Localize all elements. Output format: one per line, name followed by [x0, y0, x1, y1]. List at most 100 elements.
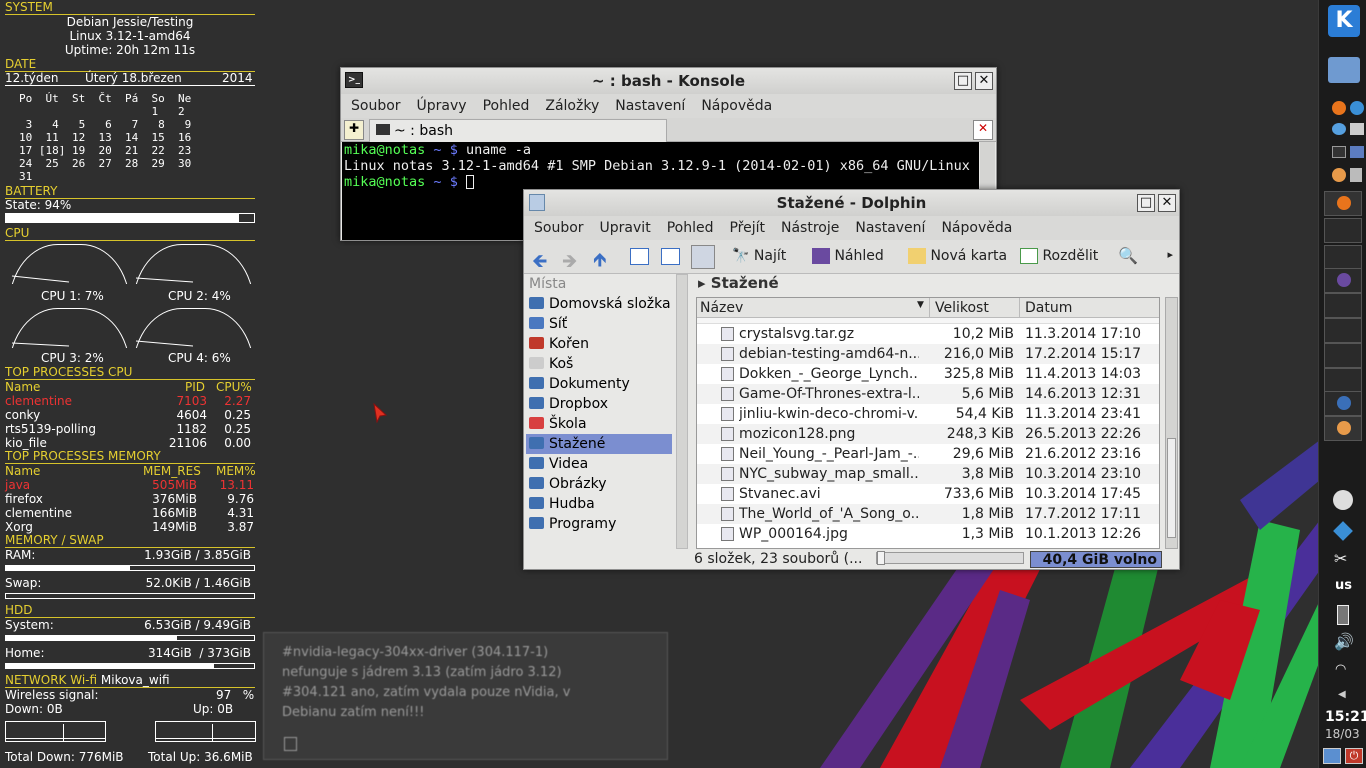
dolphin-app-icon[interactable]: [529, 194, 545, 211]
task-window[interactable]: [1324, 343, 1362, 368]
close-tab-icon[interactable]: ✕: [973, 120, 993, 140]
maximize-button[interactable]: □: [954, 72, 972, 90]
battery-icon[interactable]: [1337, 605, 1349, 625]
places-item[interactable]: Videa: [526, 454, 672, 474]
compact-view-icon[interactable]: [661, 248, 680, 265]
menu-soubor[interactable]: Soubor: [351, 94, 401, 118]
table-row[interactable]: Dokken_-_George_Lynch... 325,8 MiB 11.4.20…: [697, 364, 1159, 384]
clementine-icon[interactable]: [1332, 168, 1346, 182]
calendar-icon[interactable]: [1350, 146, 1364, 158]
tab-bash[interactable]: ~ : bash: [369, 119, 667, 142]
close-button[interactable]: ✕: [975, 72, 993, 90]
menu-upravy[interactable]: Úpravy: [417, 94, 467, 118]
konsole-icon[interactable]: [1332, 146, 1346, 158]
task-window[interactable]: [1324, 268, 1362, 293]
table-row[interactable]: NYC_subway_map_small.... 3,8 MiB 10.3.2014…: [697, 464, 1159, 484]
dolphin-titlebar[interactable]: Stažené - Dolphin □ ✕: [524, 190, 1179, 216]
column-date[interactable]: Datum: [1019, 298, 1072, 318]
klipper-icon[interactable]: [1333, 490, 1353, 510]
menu-nastaveni[interactable]: Nastavení: [855, 216, 925, 240]
sticky-note-widget[interactable]: #nvidia-legacy-304xx-driver (304.117-1) …: [263, 632, 668, 760]
menu-nastroje[interactable]: Nástroje: [781, 216, 839, 240]
scissors-icon[interactable]: ✂: [1334, 549, 1347, 568]
places-scrollbar[interactable]: [676, 274, 688, 549]
menu-zalozky[interactable]: Záložky: [545, 94, 599, 118]
preview-button[interactable]: Náhled: [812, 248, 884, 264]
column-name[interactable]: Název: [700, 300, 743, 316]
calculator-icon[interactable]: [1350, 168, 1362, 182]
table-row[interactable]: The_World_of_'A_Song_o... 1,8 MiB 17.7.201…: [697, 504, 1159, 524]
folder-view-icon[interactable]: [1328, 57, 1360, 83]
file-list[interactable]: Název ▼ Velikost Datum crystalsvg.tar.gz…: [696, 297, 1160, 549]
chromium-icon[interactable]: [1350, 101, 1364, 115]
places-item[interactable]: Dokumenty: [526, 374, 672, 394]
leave-icon[interactable]: ⏻: [1345, 748, 1363, 764]
wifi-icon[interactable]: ◠: [1335, 662, 1346, 677]
dolphin-window[interactable]: Stažené - Dolphin □ ✕ Soubor Upravit Poh…: [523, 189, 1180, 570]
places-item[interactable]: Dropbox: [526, 394, 672, 414]
icons-view-icon[interactable]: [630, 248, 649, 265]
new-tab-icon[interactable]: ✚: [344, 120, 364, 140]
task-window[interactable]: [1324, 245, 1362, 270]
table-row[interactable]: Stvanec.avi 733,6 MiB 10.3.2014 17:45: [697, 484, 1159, 504]
menu-nastaveni[interactable]: Nastavení: [615, 94, 685, 118]
sort-arrow-icon[interactable]: ▼: [917, 300, 924, 310]
task-window[interactable]: [1324, 293, 1362, 318]
places-item[interactable]: Kořen: [526, 334, 672, 354]
volume-icon[interactable]: 🔊: [1334, 632, 1354, 651]
places-item[interactable]: Škola: [526, 414, 672, 434]
column-size[interactable]: Velikost: [929, 298, 989, 318]
menu-napoveda[interactable]: Nápověda: [941, 216, 1012, 240]
task-window[interactable]: [1324, 218, 1362, 243]
table-row[interactable]: Game-Of-Thrones-extra-l... 5,6 MiB 14.6.20…: [697, 384, 1159, 404]
table-row[interactable]: crystalsvg.tar.gz 10,2 MiB 11.3.2014 17:10: [697, 324, 1159, 344]
table-row[interactable]: jinliu-kwin-deco-chromi-v... 54,4 KiB 11.3…: [697, 404, 1159, 424]
menu-pohled[interactable]: Pohled: [483, 94, 530, 118]
close-button[interactable]: ✕: [1158, 194, 1176, 212]
tray-expand-icon[interactable]: ◀: [1338, 689, 1346, 700]
task-window[interactable]: [1324, 318, 1362, 343]
places-item[interactable]: Koš: [526, 354, 672, 374]
maximize-button[interactable]: □: [1137, 194, 1155, 212]
konsole-titlebar[interactable]: >_ ~ : bash - Konsole □ ✕: [341, 68, 996, 94]
dropbox-icon[interactable]: [1333, 521, 1353, 541]
task-clementine[interactable]: [1324, 416, 1362, 441]
clock-date[interactable]: 18/03: [1325, 727, 1360, 741]
places-item[interactable]: Domovská složka: [526, 294, 672, 314]
keyboard-layout[interactable]: us: [1335, 578, 1352, 593]
terminal-app-icon[interactable]: >_: [345, 72, 363, 88]
lock-screen-icon[interactable]: [1323, 748, 1341, 764]
zoom-icon[interactable]: 🔍: [1118, 246, 1138, 265]
table-row[interactable]: Neil_Young_-_Pearl-Jam_-... 29,6 MiB 21.6.…: [697, 444, 1159, 464]
file-scrollbar[interactable]: [1165, 297, 1178, 549]
task-window[interactable]: [1324, 391, 1362, 416]
zoom-slider[interactable]: [876, 551, 1024, 565]
menu-upravit[interactable]: Upravit: [600, 216, 651, 240]
places-item[interactable]: Hudba: [526, 494, 672, 514]
menu-napoveda[interactable]: Nápověda: [701, 94, 772, 118]
menu-soubor[interactable]: Soubor: [534, 216, 584, 240]
details-view-icon[interactable]: [691, 245, 715, 269]
menu-prejit[interactable]: Přejít: [729, 216, 765, 240]
new-tab-button[interactable]: Nová karta: [908, 248, 1007, 264]
note-icon[interactable]: [284, 737, 297, 751]
clock-time[interactable]: 15:21: [1325, 709, 1366, 725]
table-row[interactable]: mozicon128.png 248,3 KiB 26.5.2013 22:26: [697, 424, 1159, 444]
task-firefox[interactable]: [1324, 191, 1362, 216]
firefox-icon[interactable]: [1332, 101, 1346, 115]
breadcrumb[interactable]: ▸ Stažené: [694, 274, 1178, 294]
task-window[interactable]: [1324, 368, 1362, 393]
places-item[interactable]: Programy: [526, 514, 672, 534]
package-icon[interactable]: [1350, 123, 1364, 135]
table-row[interactable]: WP_000164.jpg 1,3 MiB 10.1.2013 12:26: [697, 524, 1159, 544]
more-arrow-icon[interactable]: ▸: [1167, 248, 1173, 261]
kde-launcher-icon[interactable]: K: [1328, 5, 1360, 37]
table-row[interactable]: debian-testing-amd64-n... 216,0 MiB 17.2.2…: [697, 344, 1159, 364]
find-button[interactable]: 🔭 Najít: [732, 248, 786, 264]
places-item[interactable]: Síť: [526, 314, 672, 334]
chat-icon[interactable]: [1332, 123, 1346, 135]
places-item[interactable]: Obrázky: [526, 474, 672, 494]
places-item[interactable]: Stažené: [526, 434, 672, 454]
menu-pohled[interactable]: Pohled: [667, 216, 714, 240]
split-button[interactable]: Rozdělit: [1020, 248, 1098, 264]
